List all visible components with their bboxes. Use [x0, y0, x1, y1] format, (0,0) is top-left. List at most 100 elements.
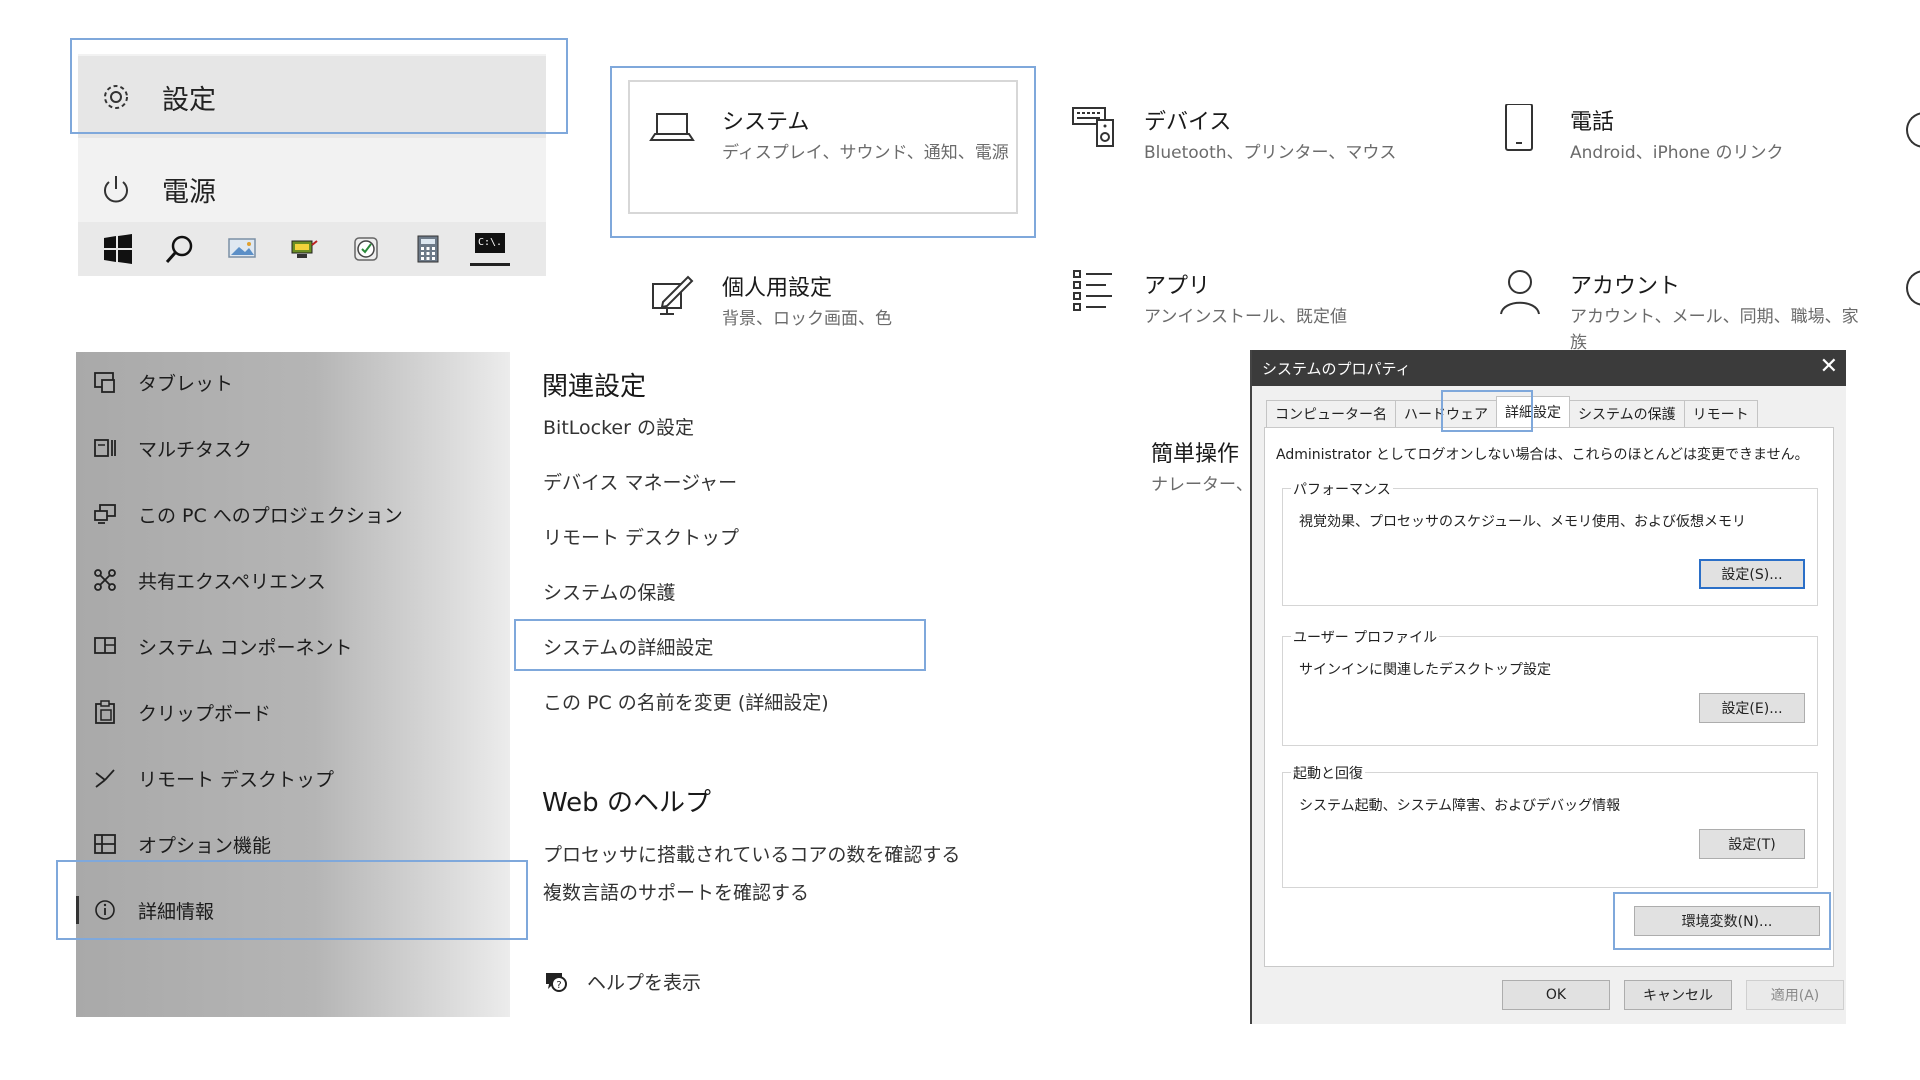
tablet-pc-icon[interactable]: [282, 227, 326, 271]
category-apps-title: アプリ: [1144, 274, 1211, 299]
laptop-icon: [648, 104, 696, 152]
pen-screen-icon: [648, 270, 696, 318]
link-system-protection[interactable]: システムの保護: [543, 578, 675, 605]
nav-item-shared-experiences[interactable]: 共有エクスペリエンス: [76, 550, 510, 610]
nav-item-label: 詳細情報: [138, 900, 215, 923]
nav-item-remote-desktop[interactable]: リモート デスクトップ: [76, 748, 510, 808]
group-performance-caption: パフォーマンス: [1291, 479, 1393, 499]
tab-computer-name[interactable]: コンピューター名: [1266, 400, 1396, 427]
clock-app-icon[interactable]: [344, 227, 388, 271]
about-side-nav: タブレット マルチタスク この PC へのプロジェクション 共有エクスペリエンス…: [76, 352, 510, 1017]
projection-icon: [92, 501, 118, 527]
group-performance: パフォーマンス 視覚効果、プロセッサのスケジュール、メモリ使用、および仮想メモリ…: [1282, 479, 1818, 606]
environment-variables-button[interactable]: 環境変数(N)...: [1634, 906, 1820, 936]
selected-indicator: [76, 896, 79, 924]
link-cpu-cores[interactable]: プロセッサに搭載されているコアの数を確認する: [543, 840, 960, 867]
start-menu-panel: 設定 電源 C:\.: [78, 54, 546, 276]
clipboard-icon: [92, 699, 118, 725]
partial-category-icon: [1906, 270, 1920, 306]
tab-hardware[interactable]: ハードウェア: [1395, 400, 1497, 427]
windows-start-icon[interactable]: [96, 227, 140, 271]
nav-item-label: この PC へのプロジェクション: [138, 504, 403, 527]
group-user-profiles-desc: サインインに関連したデスクトップ設定: [1299, 662, 1551, 678]
ok-button[interactable]: OK: [1502, 980, 1610, 1010]
nav-item-label: 共有エクスペリエンス: [138, 570, 326, 593]
nav-item-multitask[interactable]: マルチタスク: [76, 418, 510, 478]
partial-category-icon: [1906, 112, 1920, 148]
system-properties-dialog: システムのプロパティ ✕ コンピューター名 ハードウェア 詳細設定 システムの保…: [1250, 350, 1846, 1024]
start-settings-item[interactable]: 設定: [78, 56, 546, 138]
tab-advanced[interactable]: 詳細設定: [1496, 396, 1570, 427]
category-accounts-title: アカウント: [1570, 274, 1681, 299]
optional-features-icon: [92, 831, 118, 857]
nav-item-projection[interactable]: この PC へのプロジェクション: [76, 484, 510, 544]
category-ease-title: 簡単操作: [1151, 442, 1240, 467]
nav-item-label: オプション機能: [138, 834, 272, 857]
cancel-button[interactable]: キャンセル: [1624, 980, 1732, 1010]
category-system-title: システム: [722, 110, 810, 135]
remote-desktop-icon: [92, 765, 118, 791]
performance-settings-button[interactable]: 設定(S)...: [1699, 559, 1805, 589]
category-personalization-subtitle: 背景、ロック画面、色: [722, 309, 892, 329]
tab-system-protection[interactable]: システムの保護: [1569, 400, 1685, 427]
nav-item-clipboard[interactable]: クリップボード: [76, 682, 510, 742]
link-language-support[interactable]: 複数言語のサポートを確認する: [543, 878, 809, 905]
link-advanced-system-settings[interactable]: システムの詳細設定: [543, 633, 713, 660]
group-startup-recovery-caption: 起動と回復: [1291, 763, 1365, 783]
keyboard-speaker-icon: [1070, 104, 1118, 152]
category-personalization-title: 個人用設定: [722, 276, 833, 301]
group-startup-recovery: 起動と回復 システム起動、システム障害、およびデバッグ情報 設定(T): [1282, 763, 1818, 888]
nav-item-system-components[interactable]: システム コンポーネント: [76, 616, 510, 676]
dialog-tabs: コンピューター名 ハードウェア 詳細設定 システムの保護 リモート: [1266, 396, 1758, 428]
start-power-label: 電源: [162, 176, 216, 208]
nav-item-label: リモート デスクトップ: [138, 768, 335, 791]
nav-item-optional-features[interactable]: オプション機能: [76, 814, 510, 874]
category-accounts-subtitle: アカウント、メール、同期、職場、家: [1570, 307, 1859, 327]
taskbar: C:\.: [78, 222, 546, 276]
nav-item-about[interactable]: 詳細情報: [76, 880, 510, 940]
link-bitlocker[interactable]: BitLocker の設定: [543, 413, 694, 440]
power-icon: [98, 171, 134, 207]
category-system-subtitle: ディスプレイ、サウンド、通知、電源: [722, 143, 1009, 163]
dialog-title: システムのプロパティ: [1262, 359, 1411, 378]
tab-remote[interactable]: リモート: [1683, 400, 1758, 427]
info-icon: [92, 897, 118, 923]
category-devices-title: デバイス: [1144, 110, 1232, 135]
link-device-manager[interactable]: デバイス マネージャー: [543, 468, 737, 495]
nav-item-tablet[interactable]: タブレット: [76, 352, 510, 412]
category-apps-subtitle: アンインストール、既定値: [1144, 307, 1347, 327]
admin-note: Administrator としてログオンしない場合は、これらのほとんどは変更で…: [1276, 447, 1809, 463]
close-icon[interactable]: ✕: [1820, 354, 1838, 379]
category-devices-subtitle: Bluetooth、プリンター、マウス: [1144, 143, 1397, 163]
command-prompt-icon[interactable]: C:\.: [468, 227, 512, 271]
dialog-titlebar[interactable]: システムのプロパティ ✕: [1252, 350, 1846, 386]
user-profiles-settings-button[interactable]: 設定(E)...: [1699, 693, 1805, 723]
calculator-icon[interactable]: [406, 227, 450, 271]
related-settings-heading: 関連設定: [542, 372, 647, 402]
multitask-icon: [92, 435, 118, 461]
photo-app-icon[interactable]: [220, 227, 264, 271]
web-help-heading: Web のヘルプ: [542, 788, 711, 818]
group-startup-recovery-desc: システム起動、システム障害、およびデバッグ情報: [1299, 798, 1621, 814]
person-icon: [1496, 268, 1544, 316]
help-chat-icon: ?: [543, 970, 569, 994]
show-help-link[interactable]: ? ヘルプを表示: [543, 968, 701, 995]
system-components-icon: [92, 633, 118, 659]
active-app-indicator: [470, 262, 510, 266]
group-user-profiles-caption: ユーザー プロファイル: [1291, 627, 1440, 647]
apply-button[interactable]: 適用(A): [1746, 980, 1844, 1010]
group-user-profiles: ユーザー プロファイル サインインに関連したデスクトップ設定 設定(E)...: [1282, 627, 1818, 746]
start-power-item[interactable]: 電源: [78, 148, 546, 230]
nav-item-label: システム コンポーネント: [138, 636, 353, 659]
nav-item-label: マルチタスク: [138, 438, 253, 461]
link-rename-pc[interactable]: この PC の名前を変更 (詳細設定): [543, 688, 829, 715]
search-icon[interactable]: [158, 227, 202, 271]
group-performance-desc: 視覚効果、プロセッサのスケジュール、メモリ使用、および仮想メモリ: [1299, 514, 1747, 530]
gear-icon: [98, 79, 134, 115]
category-phone-subtitle: Android、iPhone のリンク: [1570, 143, 1784, 163]
startup-recovery-settings-button[interactable]: 設定(T): [1699, 829, 1805, 859]
apps-list-icon: [1070, 268, 1118, 316]
start-settings-label: 設定: [162, 84, 216, 116]
nav-item-label: クリップボード: [138, 702, 272, 725]
link-remote-desktop[interactable]: リモート デスクトップ: [543, 523, 739, 550]
